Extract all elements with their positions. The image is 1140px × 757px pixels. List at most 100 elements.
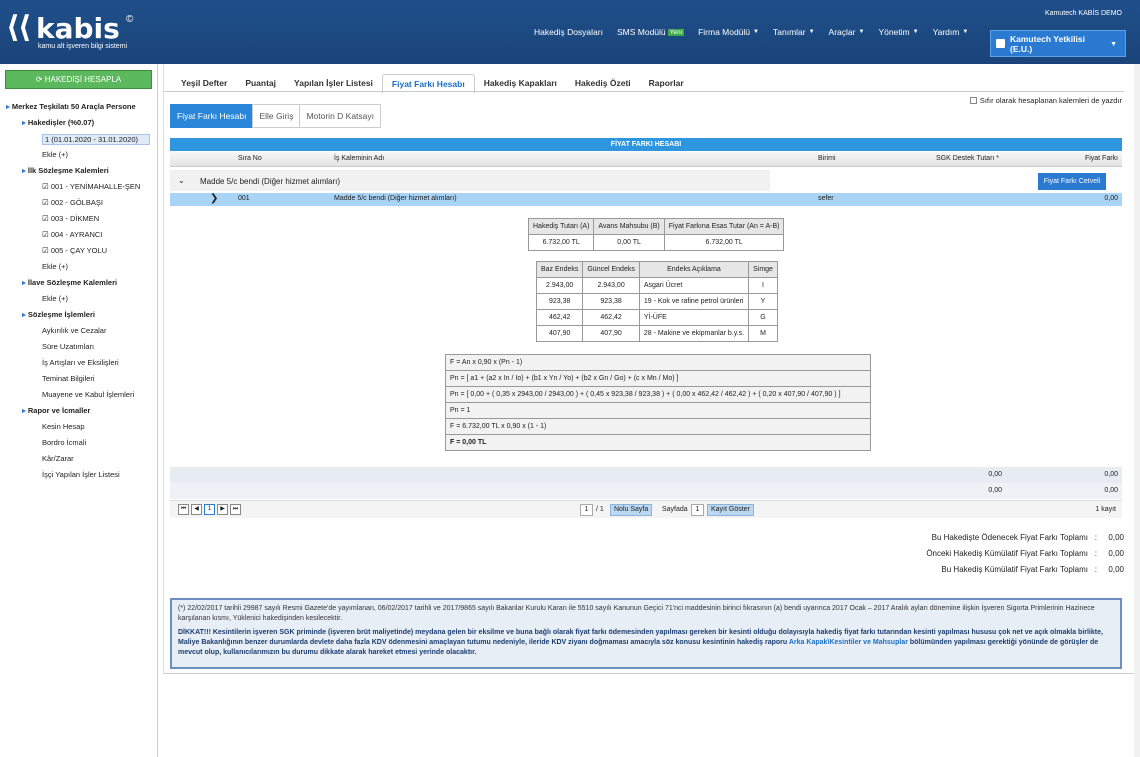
total-row: Bu Hakedişte Ödenecek Fiyat Farkı Toplam…: [904, 533, 1124, 549]
tree-item[interactable]: İş Artışları ve Eksilişleri: [42, 358, 150, 367]
tree-item[interactable]: Teminat Bilgileri: [42, 374, 150, 383]
formula-line: Pn = [ a1 + (a2 x In / Io) + (b1 x Yn / …: [445, 370, 871, 387]
total-label: Bu Hakedişte Ödenecek Fiyat Farkı Toplam…: [931, 533, 1088, 542]
nav-item-2[interactable]: Firma Modülü ▼: [698, 27, 759, 37]
tree-item[interactable]: ▸ İlk Sözleşme Kalemleri: [22, 166, 150, 175]
goto-page-button[interactable]: Nolu Sayfa: [610, 504, 653, 516]
checkbox-icon[interactable]: ☑: [42, 230, 51, 239]
nav-item-5[interactable]: Yönetim ▼: [878, 27, 918, 37]
user-menu[interactable]: Kamutech Yetkilisi (E.U.) ▼: [990, 30, 1126, 57]
per-page-input[interactable]: 1: [691, 504, 704, 516]
zero-print-option[interactable]: Sıfır olarak hesaplanan kalemleri de yaz…: [969, 96, 1122, 105]
nav-item-1[interactable]: SMS Modülü Yeni: [617, 27, 685, 37]
last-page-icon[interactable]: ⏭: [230, 504, 241, 515]
nav-item-6[interactable]: Yardım ▼: [933, 27, 969, 37]
total-colon: :: [1094, 565, 1097, 574]
tree-item[interactable]: ☑ 005 - ÇAY YOLU: [42, 246, 150, 255]
checkbox-icon[interactable]: ☑: [42, 198, 51, 207]
col-sgk[interactable]: SGK Destek Tutarı *: [936, 155, 999, 162]
prev-page-icon[interactable]: ◀: [191, 504, 202, 515]
tree-item[interactable]: ▸ İlave Sözleşme Kalemleri: [22, 278, 150, 287]
app-header: ⟨⟨ kabis © kamu alt işveren bilgi sistem…: [0, 0, 1140, 64]
nav-item-3[interactable]: Tanımlar ▼: [773, 27, 815, 37]
arka-kapak-link[interactable]: Arka Kapak\Kesintiler ve Mahsuplar: [789, 639, 908, 646]
hakedis-value: 6.732,00 TL: [663, 234, 785, 251]
subtab-2[interactable]: Motorin D Katsayı: [299, 104, 382, 128]
page-scrollbar[interactable]: [1134, 64, 1140, 757]
endeks-cell: 923,38: [582, 293, 640, 310]
endeks-row: 923,38 923,38 19 - Kok ve rafine petrol ür…: [535, 293, 778, 310]
page-input[interactable]: 1: [580, 504, 593, 516]
tree-item[interactable]: ☑ 003 - DİKMEN: [42, 214, 150, 223]
formula-line: Pn = [ 0,00 + ( 0,35 x 2943,00 / 2943,00…: [445, 386, 871, 403]
col-birim[interactable]: Birimi: [818, 155, 836, 162]
tree-item[interactable]: ▸ Merkez Teşkilatı 50 Araçla Persone: [6, 102, 150, 111]
tree-item[interactable]: ▸ Hakedişler (%0.07): [22, 118, 150, 127]
subtab-0[interactable]: Fiyat Farkı Hesabı: [170, 104, 254, 128]
tree-item[interactable]: ▸ Sözleşme İşlemleri: [22, 310, 150, 319]
zero-print-checkbox[interactable]: [969, 97, 977, 104]
tree-item[interactable]: ☑ 004 - AYRANCI: [42, 230, 150, 239]
user-icon: [996, 39, 1005, 48]
hakedis-tutari-table: Hakediş Tutarı (A) Avans Mahsubu (B) Fiyat…: [527, 218, 785, 251]
checkbox-icon[interactable]: ☑: [42, 214, 51, 223]
first-page-icon[interactable]: ⏮: [178, 504, 189, 515]
tree-item[interactable]: Bordro İcmali: [42, 438, 150, 447]
tree-item[interactable]: ▸ Rapor ve İcmaller: [22, 406, 150, 415]
endeks-cell: 2.943,00: [582, 277, 640, 294]
tree-item[interactable]: Ekle (+): [42, 294, 150, 303]
tree-item[interactable]: İşçi Yapılan İşler Listesi: [42, 470, 150, 479]
endeks-header: Güncel Endeks: [582, 261, 640, 278]
formula-line: F = 0,00 TL: [445, 434, 871, 451]
checkbox-icon[interactable]: ☑: [42, 182, 51, 191]
checkbox-icon[interactable]: ☑: [42, 246, 51, 255]
logo-mark-icon: ⟨⟨: [6, 10, 31, 45]
tree-item[interactable]: Ekle (+): [42, 262, 150, 271]
tree-item[interactable]: ☑ 002 - GÖLBAŞI: [42, 198, 150, 207]
kabis-logo[interactable]: ⟨⟨ kabis © kamu alt işveren bilgi sistem…: [6, 8, 146, 56]
endeks-cell: 923,38: [535, 293, 584, 310]
col-kalem-adi[interactable]: İş Kaleminin Adı: [334, 155, 384, 162]
nav-item-0[interactable]: Hakediş Dosyaları: [534, 27, 603, 37]
col-sira-no[interactable]: Sıra No: [238, 155, 262, 162]
endeks-cell: G: [748, 309, 778, 326]
next-page-icon[interactable]: ▶: [217, 504, 228, 515]
collapse-icon[interactable]: ⌄: [178, 176, 185, 185]
endeks-row: 462,42 462,42 Yİ-ÜFE G: [535, 309, 778, 326]
page-number-button[interactable]: 1: [204, 504, 215, 515]
calculate-hakedis-button[interactable]: ⟳ HAKEDİŞİ HESAPLA: [5, 70, 152, 89]
endeks-cell: M: [748, 325, 778, 342]
subtab-1[interactable]: Elle Giriş: [252, 104, 301, 128]
main-nav: Hakediş Dosyaları SMS Modülü Yeni Firma Mod…: [534, 27, 982, 37]
fiyat-farki-cetveli-button[interactable]: Fiyat Farkı Cetveli: [1038, 173, 1106, 190]
logo-subtitle: kamu alt işveren bilgi sistemi: [38, 43, 128, 50]
tree-item[interactable]: 1 (01.01.2020 - 31.01.2020): [42, 134, 150, 145]
tree-item[interactable]: Süre Uzatımları: [42, 342, 150, 351]
total-row: Önceki Hakediş Kümülatif Fiyat Farkı Top…: [904, 549, 1124, 565]
total-colon: :: [1094, 533, 1097, 542]
tree-item[interactable]: ☑ 001 - YENİMAHALLE-ŞEN: [42, 182, 150, 191]
tree-item[interactable]: Kâr/Zarar: [42, 454, 150, 463]
chevron-down-icon: ▼: [962, 29, 969, 35]
chevron-right-icon[interactable]: ❯: [210, 193, 218, 204]
endeks-header: Simge: [748, 261, 778, 278]
row-kalem: Madde 5/c bendi (Diğer hizmet alımları): [334, 195, 457, 202]
show-records-button[interactable]: Kayıt Göster: [707, 504, 754, 516]
tree-item[interactable]: Aykırılık ve Cezalar: [42, 326, 150, 335]
endeks-row: 2.943,00 2.943,00 Asgari Ücret I: [535, 277, 778, 294]
company-name: Kamutech KABİS DEMO: [1044, 10, 1122, 17]
tree-item[interactable]: Muayene ve Kabul İşlemleri: [42, 390, 150, 399]
chevron-down-icon: ▼: [1110, 41, 1117, 48]
col-fiyat-farki[interactable]: Fiyat Farkı: [1085, 155, 1118, 162]
nav-item-4[interactable]: Araçlar ▼: [829, 27, 865, 37]
total-colon: :: [1094, 549, 1097, 558]
tree-item[interactable]: Ekle (+): [42, 150, 150, 159]
tree-item[interactable]: Kesin Hesap: [42, 422, 150, 431]
endeks-cell: 462,42: [535, 309, 584, 326]
table-row[interactable]: ❯ 001 Madde 5/c bendi (Diğer hizmet alım…: [170, 193, 1122, 206]
info-note: (*) 22/02/2017 tarihli 29987 sayılı Resm…: [170, 598, 1122, 669]
endeks-cell: I: [748, 277, 778, 294]
hakedis-value: 0,00 TL: [593, 234, 665, 251]
zero-print-label: Sıfır olarak hesaplanan kalemleri de yaz…: [979, 96, 1122, 105]
formula-line: F = 6.732,00 TL x 0,90 x (1 - 1): [445, 418, 871, 435]
